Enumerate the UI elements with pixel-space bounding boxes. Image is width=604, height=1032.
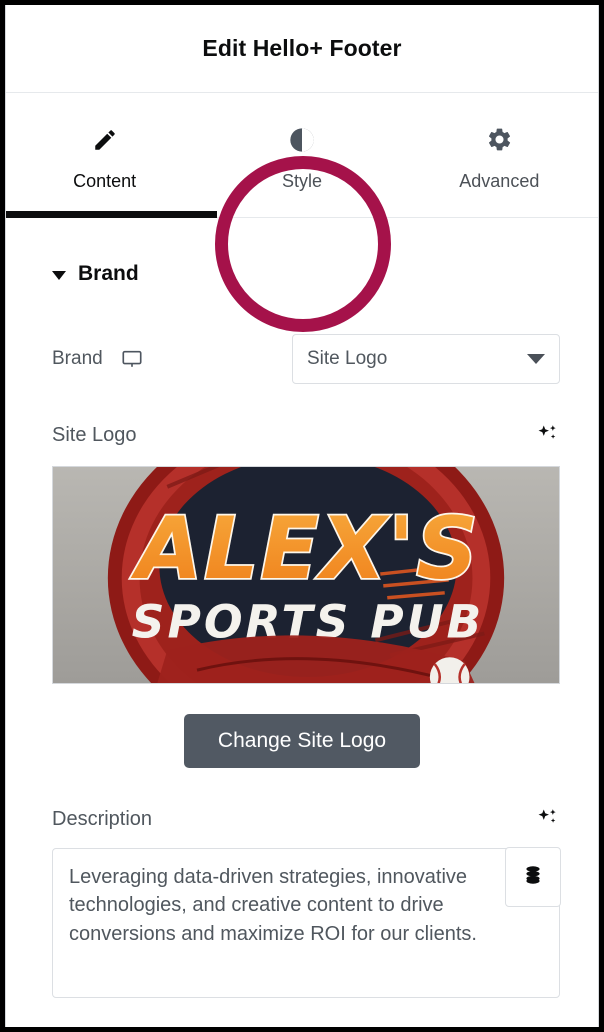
- page-title: Edit Hello+ Footer: [202, 35, 402, 61]
- editor-window: Edit Hello+ Footer Content Style Advance…: [0, 0, 604, 1032]
- pencil-icon: [92, 125, 118, 155]
- desktop-icon[interactable]: [121, 348, 143, 370]
- svg-text:ALEX'S: ALEX'S: [130, 500, 479, 599]
- description-field-wrapper: [52, 847, 561, 1003]
- description-label: Description: [52, 807, 153, 830]
- panel-header: Edit Hello+ Footer: [6, 5, 598, 93]
- tab-content[interactable]: Content: [6, 93, 217, 218]
- active-tab-indicator: [6, 211, 217, 218]
- tab-content-label: Content: [73, 170, 137, 191]
- database-icon: [522, 864, 544, 891]
- site-logo-preview[interactable]: ALEX'S SPORTS PUB: [52, 466, 560, 684]
- tab-advanced-label: Advanced: [459, 170, 540, 191]
- brand-section-header[interactable]: Brand: [6, 218, 598, 286]
- change-logo-button-row: Change Site Logo: [6, 714, 598, 768]
- tab-bar: Content Style Advanced: [6, 93, 598, 332]
- brand-label: Brand: [52, 348, 103, 369]
- tab-advanced[interactable]: Advanced: [401, 93, 598, 217]
- site-logo-label: Site Logo: [52, 423, 137, 446]
- chevron-down-icon: [52, 271, 66, 280]
- tab-style-label: Style: [281, 170, 322, 191]
- tab-style[interactable]: Style: [203, 93, 400, 217]
- description-label-row: Description: [6, 806, 598, 832]
- brand-select[interactable]: Site Logo: [292, 334, 560, 384]
- brand-control-row: Brand Site Logo: [6, 334, 598, 384]
- site-logo-label-row: Site Logo: [6, 422, 598, 448]
- editor-panel: Edit Hello+ Footer Content Style Advance…: [5, 5, 599, 1027]
- description-dynamic-tags-button[interactable]: [505, 847, 561, 907]
- change-site-logo-button[interactable]: Change Site Logo: [183, 714, 421, 768]
- contrast-icon: [288, 125, 316, 155]
- site-logo-image: ALEX'S SPORTS PUB: [53, 467, 559, 683]
- sparkles-icon[interactable]: [534, 806, 560, 832]
- description-textarea[interactable]: [52, 848, 560, 998]
- gear-icon: [486, 125, 513, 155]
- brand-section-title: Brand: [78, 262, 139, 285]
- brand-select-value: Site Logo: [307, 348, 388, 369]
- sparkles-icon[interactable]: [534, 422, 560, 448]
- panel-body: Brand Brand Site Logo Site Logo ALEX'S S…: [6, 218, 598, 1003]
- chevron-down-icon: [527, 354, 545, 364]
